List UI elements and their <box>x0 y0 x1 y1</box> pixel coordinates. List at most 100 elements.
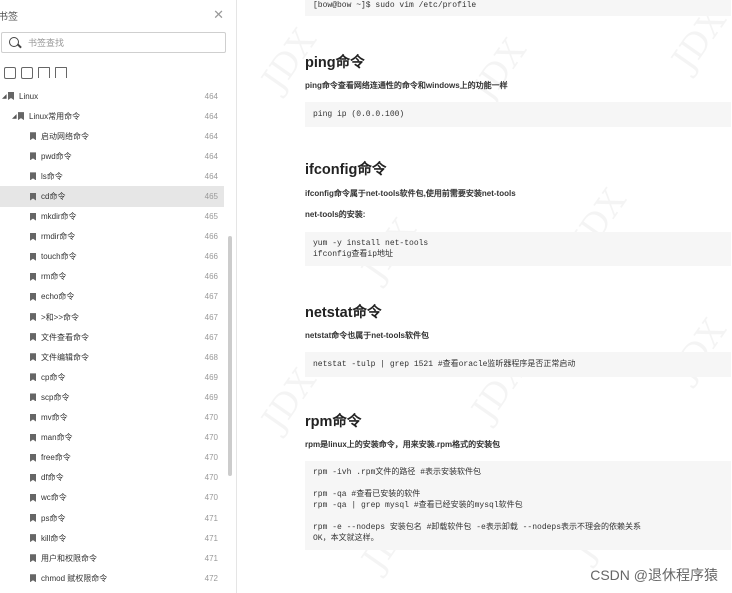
bookmark-label: echo命令 <box>41 292 75 302</box>
bookmark-label: wc命令 <box>41 493 67 503</box>
bookmark-label: rmdir命令 <box>41 232 76 242</box>
heading-ping: ping命令 <box>305 55 365 71</box>
bookmark-search-input[interactable]: 书签查找 <box>1 32 226 53</box>
bookmark-icon <box>30 232 36 241</box>
bookmark-label: cp命令 <box>41 372 66 382</box>
expand-all-icon[interactable] <box>4 67 16 79</box>
bookmark-page-number: 471 <box>204 553 218 563</box>
bookmark-item[interactable]: 用户和权限命令 471 <box>0 548 224 568</box>
add-bookmark-icon[interactable] <box>38 67 50 78</box>
bookmark-page-number: 465 <box>204 212 218 222</box>
bookmark-icon <box>30 172 36 181</box>
search-icon <box>8 36 22 50</box>
bookmark-label: 用户和权限命令 <box>41 553 97 563</box>
bookmark-item[interactable]: ◢ Linux 464 <box>0 86 224 106</box>
bookmark-icon <box>30 413 36 422</box>
bookmark-page-number: 470 <box>204 433 218 443</box>
watermark: JDX <box>464 32 534 108</box>
code-line: rpm -qa | grep mysql #查看已经安装的mysql软件包 <box>313 501 523 510</box>
bookmark-item[interactable]: ◢ Linux常用命令 464 <box>0 106 224 126</box>
bookmark-label: touch命令 <box>41 252 77 262</box>
bookmark-item[interactable]: rm命令 466 <box>0 267 224 287</box>
bookmark-page-number: 464 <box>204 131 218 141</box>
bookmark-page-number: 470 <box>204 493 218 503</box>
bookmark-label: mv命令 <box>41 413 68 423</box>
bookmark-label: pwd命令 <box>41 151 72 161</box>
bookmark-icon <box>30 554 36 563</box>
bookmark-page-number: 465 <box>204 192 218 202</box>
netstat-description: netstat命令也属于net-tools软件包 <box>305 331 429 340</box>
bookmark-label: cd命令 <box>41 192 66 202</box>
bookmark-item[interactable]: scp命令 469 <box>0 387 224 407</box>
bookmark-page-number: 468 <box>204 352 218 362</box>
bookmark-icon <box>30 433 36 442</box>
bookmark-item[interactable]: touch命令 466 <box>0 247 224 267</box>
expand-arrow-icon[interactable]: ◢ <box>12 113 18 120</box>
bookmark-tree: ◢ Linux 464 ◢ Linux常用命令 464 启动网络命令 464 pwd命令 464 l… <box>0 86 224 588</box>
search-placeholder: 书签查找 <box>28 38 65 48</box>
bookmark-label: df命令 <box>41 473 64 483</box>
bookmark-label: mkdir命令 <box>41 212 77 222</box>
bookmark-item[interactable]: 文件查看命令 467 <box>0 327 224 347</box>
bookmark-label: kill命令 <box>41 533 67 543</box>
bookmark-page-number: 470 <box>204 413 218 423</box>
bookmark-item[interactable]: 启动网络命令 464 <box>0 126 224 146</box>
code-block-netstat: netstat -tulp | grep 1521 #查看oracle监听器程序… <box>305 352 731 377</box>
bookmark-item[interactable]: kill命令 471 <box>0 528 224 548</box>
bookmark-icon <box>30 313 36 322</box>
code-line: ifconfig查看ip地址 <box>313 250 394 259</box>
bookmark-icon <box>30 453 36 462</box>
bookmark-item[interactable]: chmod 赋权限命令 472 <box>0 568 224 588</box>
ifconfig-description: ifconfig命令属于net-tools软件包,使用前需要安装net-tool… <box>305 189 516 198</box>
code-block-ping: ping ip (0.0.0.100) <box>305 102 731 127</box>
bookmark-label: Linux <box>19 91 39 101</box>
code-line: rpm -ivh .rpm文件的路径 #表示安装软件包 <box>313 468 482 477</box>
code-line: OK，本文就这样。 <box>313 534 379 543</box>
bookmark-item[interactable]: cp命令 469 <box>0 367 224 387</box>
sidebar-header: 书签 ✕ <box>0 0 236 30</box>
bookmark-page-number: 469 <box>204 372 218 382</box>
close-icon[interactable]: ✕ <box>213 7 224 23</box>
ping-description: ping命令查看网络连通性的命令和windows上的功能一样 <box>305 81 508 90</box>
bookmark-item[interactable]: pwd命令 464 <box>0 146 224 166</box>
collapse-all-icon[interactable] <box>21 67 33 79</box>
bookmark-item[interactable]: cd命令 465 <box>0 186 224 207</box>
bookmark-label: 文件查看命令 <box>41 332 89 342</box>
bookmark-item[interactable]: >和>>命令 467 <box>0 307 224 327</box>
bookmark-icon <box>30 393 36 402</box>
bookmark-item[interactable]: 文件编辑命令 468 <box>0 347 224 367</box>
bookmark-icon[interactable] <box>55 67 67 78</box>
bookmark-icon <box>30 272 36 281</box>
bookmark-icon <box>30 493 36 502</box>
bookmark-item[interactable]: free命令 470 <box>0 448 224 468</box>
bookmark-page-number: 467 <box>204 292 218 302</box>
bookmark-item[interactable]: wc命令 470 <box>0 488 224 508</box>
document-page: JDXJDXJDXJDXJDXJDXJDXJDXJDXJDX [bow@bow … <box>237 0 732 593</box>
bookmark-item[interactable]: rmdir命令 466 <box>0 227 224 247</box>
code-block-ifconfig: yum -y install net-tools ifconfig查看ip地址 <box>305 232 731 266</box>
bookmark-item[interactable]: man命令 470 <box>0 428 224 448</box>
bookmark-item[interactable]: mkdir命令 465 <box>0 207 224 227</box>
bookmark-page-number: 466 <box>204 272 218 282</box>
bookmark-label: rm命令 <box>41 272 67 282</box>
code-line: rpm -e --nodeps 安装包名 #卸载软件包 -e表示卸载 --nod… <box>313 523 642 532</box>
bookmark-item[interactable]: echo命令 467 <box>0 287 224 307</box>
bookmark-item[interactable]: df命令 470 <box>0 468 224 488</box>
expand-arrow-icon[interactable]: ◢ <box>2 93 8 100</box>
bookmark-item[interactable]: ps命令 471 <box>0 508 224 528</box>
bookmark-icon <box>30 333 36 342</box>
code-block-profile: [bow@bow ~]$ sudo vim /etc/profile <box>305 0 731 16</box>
bookmark-label: >和>>命令 <box>41 312 80 322</box>
bookmark-item[interactable]: ls命令 464 <box>0 166 224 186</box>
bookmark-label: man命令 <box>41 433 73 443</box>
code-line: yum -y install net-tools <box>313 239 429 248</box>
bookmark-item[interactable]: mv命令 470 <box>0 408 224 428</box>
code-line: [bow@bow ~]$ sudo vim /etc/profile <box>313 1 477 10</box>
sidebar-title: 书签 <box>0 11 18 23</box>
sidebar-scrollbar[interactable] <box>228 236 232 476</box>
bookmark-icon <box>30 252 36 261</box>
csdn-credit: CSDN @退休程序猿 <box>590 567 718 583</box>
bookmark-page-number: 470 <box>204 453 218 463</box>
